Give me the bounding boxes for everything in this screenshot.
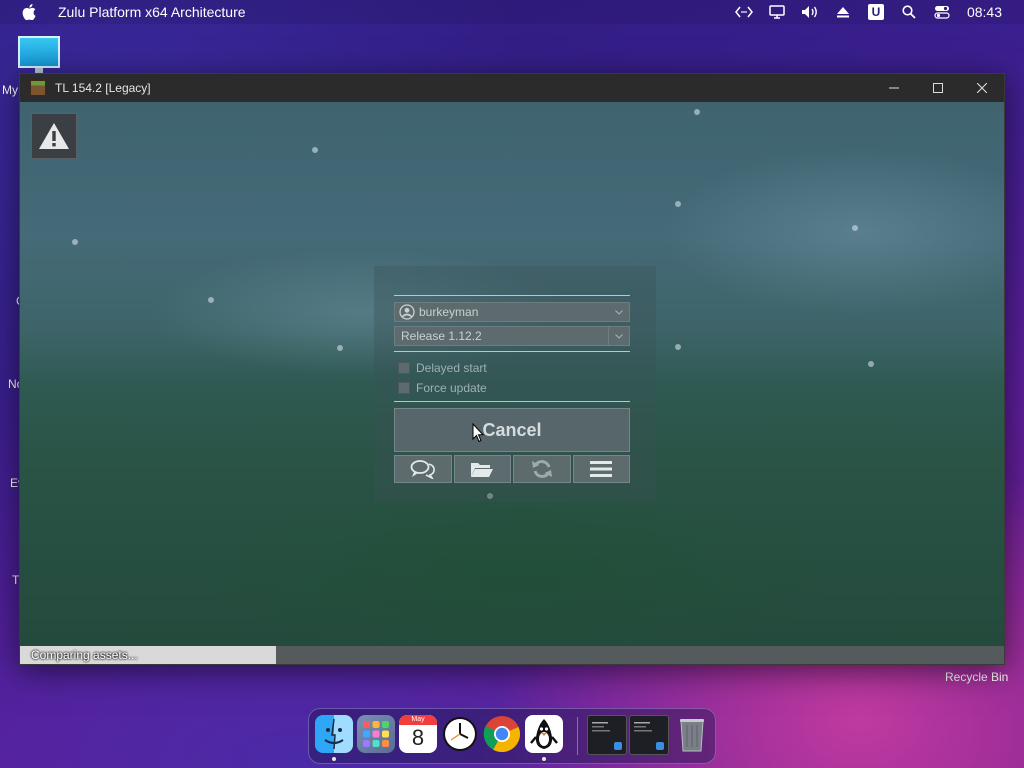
recycle-bin-label[interactable]: Recycle Bin bbox=[945, 670, 1008, 684]
background-star bbox=[694, 109, 700, 115]
menu-bar: Zulu Platform x64 Architecture U 08:43 bbox=[0, 0, 1024, 24]
force-update-label: Force update bbox=[416, 381, 487, 395]
status-menus: U 08:43 bbox=[734, 0, 1024, 24]
version-value: Release 1.12.2 bbox=[401, 329, 482, 343]
launcher-window: TL 154.2 [Legacy] burkeyman Release 1.12… bbox=[19, 73, 1005, 665]
cancel-button[interactable]: Cancel bbox=[394, 408, 630, 452]
window-controls bbox=[872, 74, 1004, 102]
background-star bbox=[208, 297, 214, 303]
mouse-cursor-icon bbox=[472, 423, 484, 443]
chevron-down-icon[interactable] bbox=[609, 303, 629, 321]
warning-icon bbox=[39, 123, 69, 149]
status-text: Comparing assets... bbox=[31, 648, 138, 662]
clock-app-icon[interactable] bbox=[441, 715, 479, 753]
refresh-button[interactable] bbox=[513, 455, 571, 483]
cancel-label: Cancel bbox=[482, 419, 542, 440]
finder-icon[interactable] bbox=[315, 715, 353, 753]
user-switch-icon[interactable]: U bbox=[866, 4, 886, 20]
launcher-toolbar bbox=[394, 455, 630, 483]
chat-button[interactable] bbox=[394, 455, 452, 483]
computer-icon[interactable] bbox=[18, 36, 60, 68]
chat-icon bbox=[410, 460, 435, 479]
background-star bbox=[675, 201, 681, 207]
java-launcher-icon[interactable] bbox=[525, 715, 563, 753]
background-star bbox=[852, 225, 858, 231]
close-button[interactable] bbox=[960, 74, 1004, 102]
separator bbox=[394, 401, 630, 402]
username-select[interactable]: burkeyman bbox=[394, 302, 630, 322]
delayed-start-label: Delayed start bbox=[416, 361, 487, 375]
window-thumbnail-2[interactable] bbox=[629, 715, 669, 755]
menu-button[interactable] bbox=[572, 455, 630, 483]
trash-icon[interactable] bbox=[673, 715, 711, 753]
folder-icon bbox=[471, 463, 494, 477]
dock-separator bbox=[577, 717, 578, 755]
window-title: TL 154.2 [Legacy] bbox=[55, 81, 151, 95]
background-star bbox=[312, 147, 318, 153]
background-star bbox=[337, 345, 343, 351]
window-thumbnail-1[interactable] bbox=[587, 715, 627, 755]
calendar-month: May bbox=[399, 715, 437, 725]
hamburger-icon bbox=[590, 461, 613, 477]
force-update-checkbox[interactable] bbox=[398, 382, 410, 394]
control-center-icon[interactable] bbox=[932, 4, 952, 20]
separator bbox=[394, 351, 630, 352]
background-star bbox=[868, 361, 874, 367]
minimize-button[interactable] bbox=[872, 74, 916, 102]
user-icon bbox=[399, 304, 415, 320]
chevron-down-icon[interactable] bbox=[608, 327, 629, 345]
background-star bbox=[675, 344, 681, 350]
volume-icon[interactable] bbox=[800, 4, 820, 20]
calendar-day: 8 bbox=[411, 725, 425, 750]
open-folder-button[interactable] bbox=[453, 455, 511, 483]
background-star bbox=[72, 239, 78, 245]
version-select[interactable]: Release 1.12.2 bbox=[394, 326, 630, 346]
calendar-icon[interactable]: May 8 bbox=[399, 715, 437, 753]
app-name[interactable]: Zulu Platform x64 Architecture bbox=[58, 4, 246, 20]
menu-clock[interactable]: 08:43 bbox=[967, 4, 1002, 20]
login-panel: burkeyman Release 1.12.2 Delayed start F… bbox=[374, 266, 656, 502]
search-icon[interactable] bbox=[899, 4, 919, 20]
eject-icon[interactable] bbox=[833, 4, 853, 20]
running-indicator bbox=[332, 757, 336, 761]
separator bbox=[394, 295, 630, 296]
remote-desktop-icon[interactable] bbox=[734, 4, 754, 20]
display-icon[interactable] bbox=[767, 4, 787, 20]
force-update-option[interactable]: Force update bbox=[398, 380, 487, 396]
dock: May 8 bbox=[308, 708, 716, 764]
desktop-label-my[interactable]: My bbox=[2, 83, 18, 97]
grass-block-icon bbox=[30, 80, 46, 96]
running-indicator bbox=[542, 757, 546, 761]
delayed-start-checkbox[interactable] bbox=[398, 362, 410, 374]
apple-icon[interactable] bbox=[22, 4, 36, 20]
warning-button[interactable] bbox=[31, 113, 77, 159]
maximize-button[interactable] bbox=[916, 74, 960, 102]
refresh-icon bbox=[531, 460, 552, 478]
window-titlebar[interactable]: TL 154.2 [Legacy] bbox=[20, 74, 1004, 102]
launcher-background: burkeyman Release 1.12.2 Delayed start F… bbox=[20, 102, 1004, 646]
username-value: burkeyman bbox=[419, 305, 479, 319]
u-badge: U bbox=[867, 4, 884, 20]
status-bar: Comparing assets... bbox=[20, 646, 1004, 664]
launchpad-icon[interactable] bbox=[357, 715, 395, 753]
chrome-icon[interactable] bbox=[483, 715, 521, 753]
delayed-start-option[interactable]: Delayed start bbox=[398, 360, 487, 376]
